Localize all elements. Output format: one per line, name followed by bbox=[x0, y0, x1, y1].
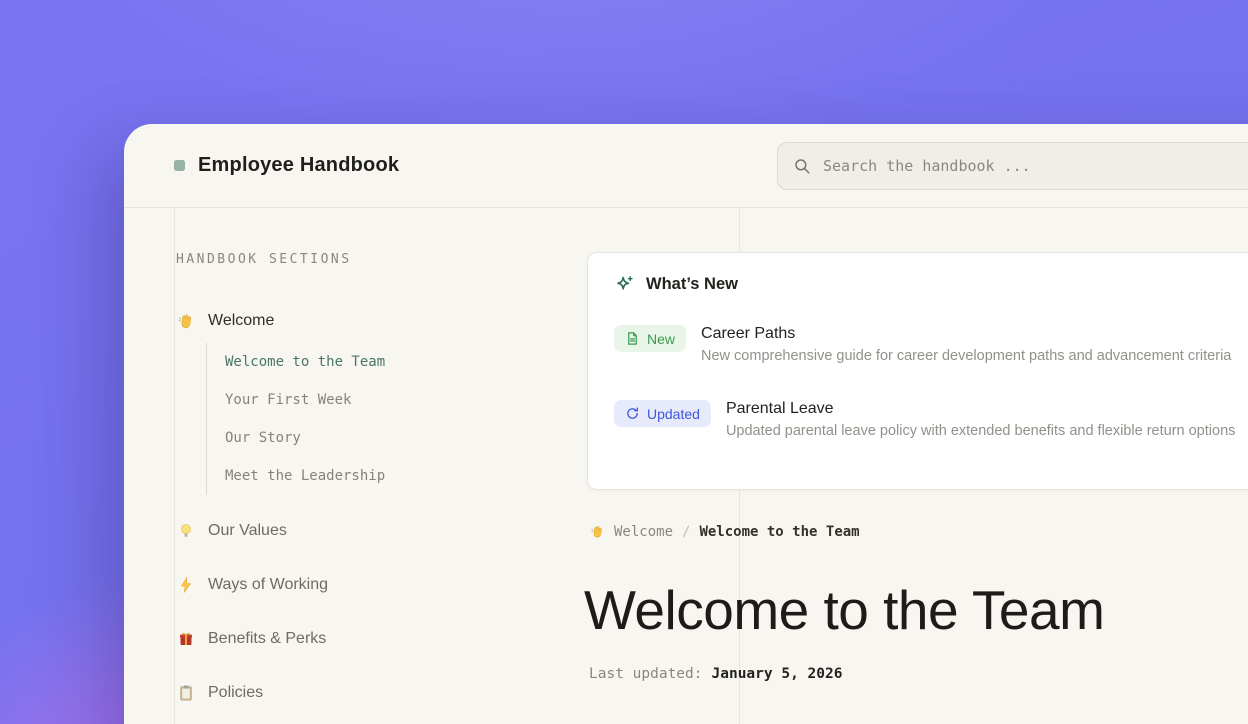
badge-label: New bbox=[647, 331, 675, 347]
sidebar-subitem-your-first-week[interactable]: Your First Week bbox=[225, 381, 555, 419]
new-badge: New bbox=[614, 325, 686, 352]
wave-icon bbox=[176, 312, 195, 331]
breadcrumb-separator: / bbox=[682, 524, 690, 540]
updated-badge: Updated bbox=[614, 400, 711, 427]
wave-icon bbox=[589, 524, 605, 540]
whats-new-entry: New Career Paths New comprehensive guide… bbox=[614, 325, 1248, 364]
sidebar-section-label: HANDBOOK SECTIONS bbox=[176, 252, 555, 267]
bulb-icon bbox=[176, 522, 195, 541]
search-input[interactable] bbox=[823, 157, 1248, 175]
app-title: Employee Handbook bbox=[198, 154, 399, 177]
whats-new-title: What’s New bbox=[646, 275, 738, 294]
app-logo bbox=[174, 160, 185, 171]
whats-new-header: What’s New bbox=[614, 274, 1248, 295]
sidebar: HANDBOOK SECTIONS Welcome Welcome to the… bbox=[175, 208, 555, 724]
sidebar-item-ways-of-working[interactable]: Ways of Working bbox=[176, 573, 555, 597]
last-updated-value: January 5, 2026 bbox=[712, 666, 843, 682]
sidebar-item-policies[interactable]: Policies bbox=[176, 681, 555, 705]
sidebar-item-benefits-perks[interactable]: Benefits & Perks bbox=[176, 627, 555, 651]
bolt-icon bbox=[176, 576, 195, 595]
whats-new-entry: Updated Parental Leave Updated parental … bbox=[614, 400, 1248, 439]
sidebar-item-label: Our Values bbox=[208, 522, 287, 540]
entry-title-parental-leave[interactable]: Parental Leave bbox=[726, 400, 1235, 418]
sidebar-sublist-welcome: Welcome to the Team Your First Week Our … bbox=[206, 343, 555, 495]
sidebar-subitem-our-story[interactable]: Our Story bbox=[225, 419, 555, 457]
sidebar-item-label: Policies bbox=[208, 684, 263, 702]
sidebar-subitem-meet-the-leadership[interactable]: Meet the Leadership bbox=[225, 457, 555, 495]
sidebar-item-welcome[interactable]: Welcome bbox=[176, 309, 555, 333]
sidebar-item-label: Ways of Working bbox=[208, 576, 328, 594]
breadcrumb-current: Welcome to the Team bbox=[699, 524, 859, 540]
sparkle-icon bbox=[614, 274, 635, 295]
search-icon bbox=[793, 157, 811, 175]
entry-description: New comprehensive guide for career devel… bbox=[701, 348, 1231, 364]
desktop-background: Employee Handbook HANDBOOK SECTIONS bbox=[0, 0, 1248, 724]
document-icon bbox=[625, 331, 640, 346]
sidebar-item-our-values[interactable]: Our Values bbox=[176, 519, 555, 543]
entry-text: Parental Leave Updated parental leave po… bbox=[726, 400, 1235, 439]
badge-label: Updated bbox=[647, 406, 700, 422]
last-updated-label: Last updated: bbox=[589, 666, 703, 682]
sidebar-subitem-welcome-to-the-team[interactable]: Welcome to the Team bbox=[225, 343, 555, 381]
sidebar-item-label: Welcome bbox=[208, 312, 274, 330]
entry-description: Updated parental leave policy with exten… bbox=[726, 423, 1235, 439]
refresh-icon bbox=[625, 406, 640, 421]
whats-new-card: What’s New New Career Paths New com bbox=[587, 252, 1248, 490]
entry-title-career-paths[interactable]: Career Paths bbox=[701, 325, 1231, 343]
page-title: Welcome to the Team bbox=[584, 579, 1104, 642]
search-box[interactable] bbox=[777, 142, 1248, 190]
app-header: Employee Handbook bbox=[124, 124, 1248, 208]
breadcrumb: Welcome / Welcome to the Team bbox=[589, 524, 860, 540]
breadcrumb-section[interactable]: Welcome bbox=[614, 524, 673, 540]
last-updated: Last updated: January 5, 2026 bbox=[589, 666, 842, 682]
clipboard-icon bbox=[176, 684, 195, 703]
gift-icon bbox=[176, 630, 195, 649]
sidebar-item-label: Benefits & Perks bbox=[208, 630, 326, 648]
handbook-window: Employee Handbook HANDBOOK SECTIONS bbox=[124, 124, 1248, 724]
entry-text: Career Paths New comprehensive guide for… bbox=[701, 325, 1231, 364]
